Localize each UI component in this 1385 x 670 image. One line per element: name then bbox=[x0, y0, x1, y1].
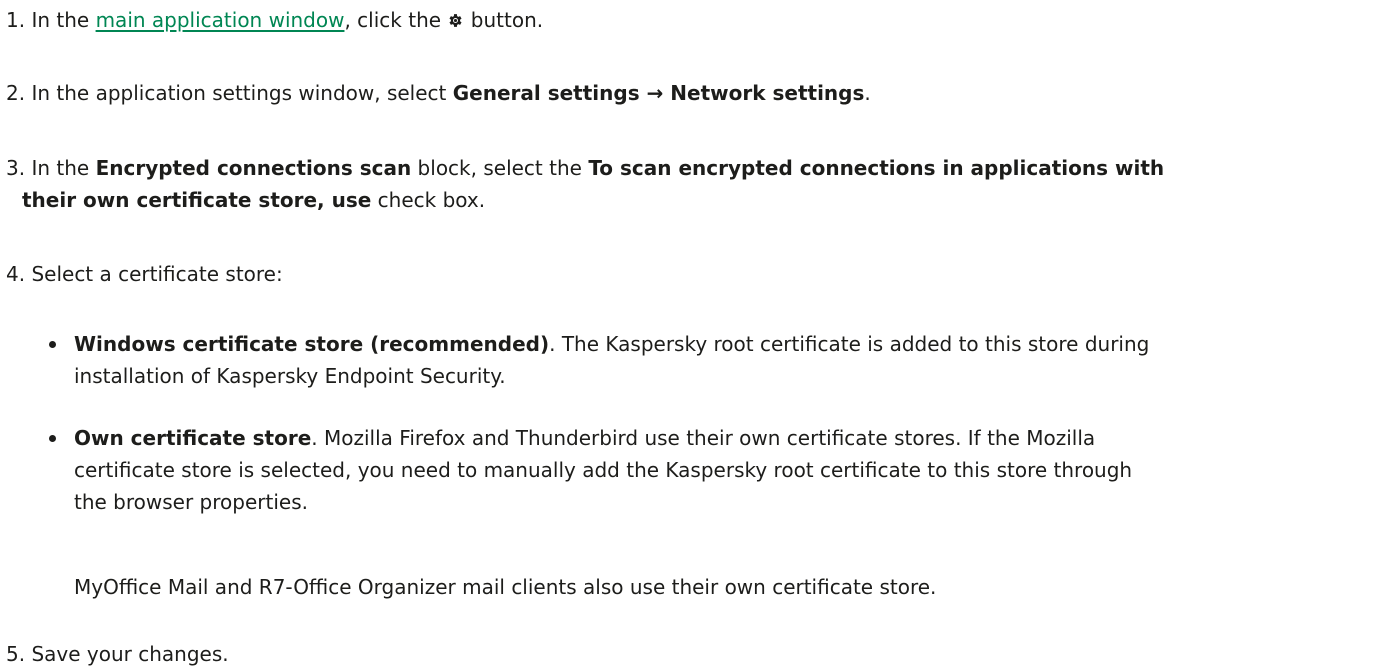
step-text: block, select the bbox=[411, 156, 589, 180]
bullet-icon bbox=[49, 341, 56, 348]
step-text: check box. bbox=[371, 188, 486, 212]
step-number: 1. bbox=[6, 8, 26, 32]
step-number: 2. bbox=[6, 81, 26, 105]
option-description: the browser properties. bbox=[74, 490, 308, 514]
step-text: button. bbox=[464, 8, 544, 32]
step-number: 5. bbox=[6, 642, 26, 666]
step-3: 3. In the Encrypted connections scan blo… bbox=[6, 152, 1376, 216]
gear-icon bbox=[447, 6, 464, 27]
step-4: 4. Select a certificate store: bbox=[6, 258, 1376, 290]
list-item-text: Windows certificate store (recommended).… bbox=[74, 328, 1374, 392]
option-description: certificate store is selected, you need … bbox=[74, 458, 1133, 482]
checkbox-name: their own certificate store, use bbox=[22, 188, 372, 212]
step-5: 5. Save your changes. bbox=[6, 638, 1376, 670]
step-text: Select a certificate store: bbox=[31, 262, 283, 286]
step-text: Save your changes. bbox=[31, 642, 229, 666]
step-number: 4. bbox=[6, 262, 26, 286]
step-text: In the bbox=[31, 156, 96, 180]
option-description: . Mozilla Firefox and Thunderbird use th… bbox=[311, 426, 1096, 450]
step-text: . bbox=[864, 81, 871, 105]
checkbox-name: To scan encrypted connections in applica… bbox=[588, 156, 1165, 180]
main-application-window-link[interactable]: main application window bbox=[96, 8, 345, 32]
option-description: installation of Kaspersky Endpoint Secur… bbox=[74, 364, 506, 388]
bullet-icon bbox=[49, 435, 56, 442]
step-number: 3. bbox=[6, 156, 26, 180]
option-name: Windows certificate store (recommended) bbox=[74, 332, 550, 356]
step-2: 2. In the application settings window, s… bbox=[6, 77, 1376, 109]
step-text: In the bbox=[31, 8, 96, 32]
menu-path: General settings → Network settings bbox=[452, 81, 865, 105]
list-item-text: Own certificate store. Mozilla Firefox a… bbox=[74, 422, 1374, 518]
step-text: , click the bbox=[344, 8, 448, 32]
step-1: 1. In the main application window, click… bbox=[6, 4, 1376, 36]
step-text: In the application settings window, sele… bbox=[31, 81, 453, 105]
option-description: . The Kaspersky root certificate is adde… bbox=[549, 332, 1150, 356]
option-name: Own certificate store bbox=[74, 426, 312, 450]
note-text: MyOffice Mail and R7-Office Organizer ma… bbox=[74, 575, 937, 599]
block-name: Encrypted connections scan bbox=[95, 156, 412, 180]
